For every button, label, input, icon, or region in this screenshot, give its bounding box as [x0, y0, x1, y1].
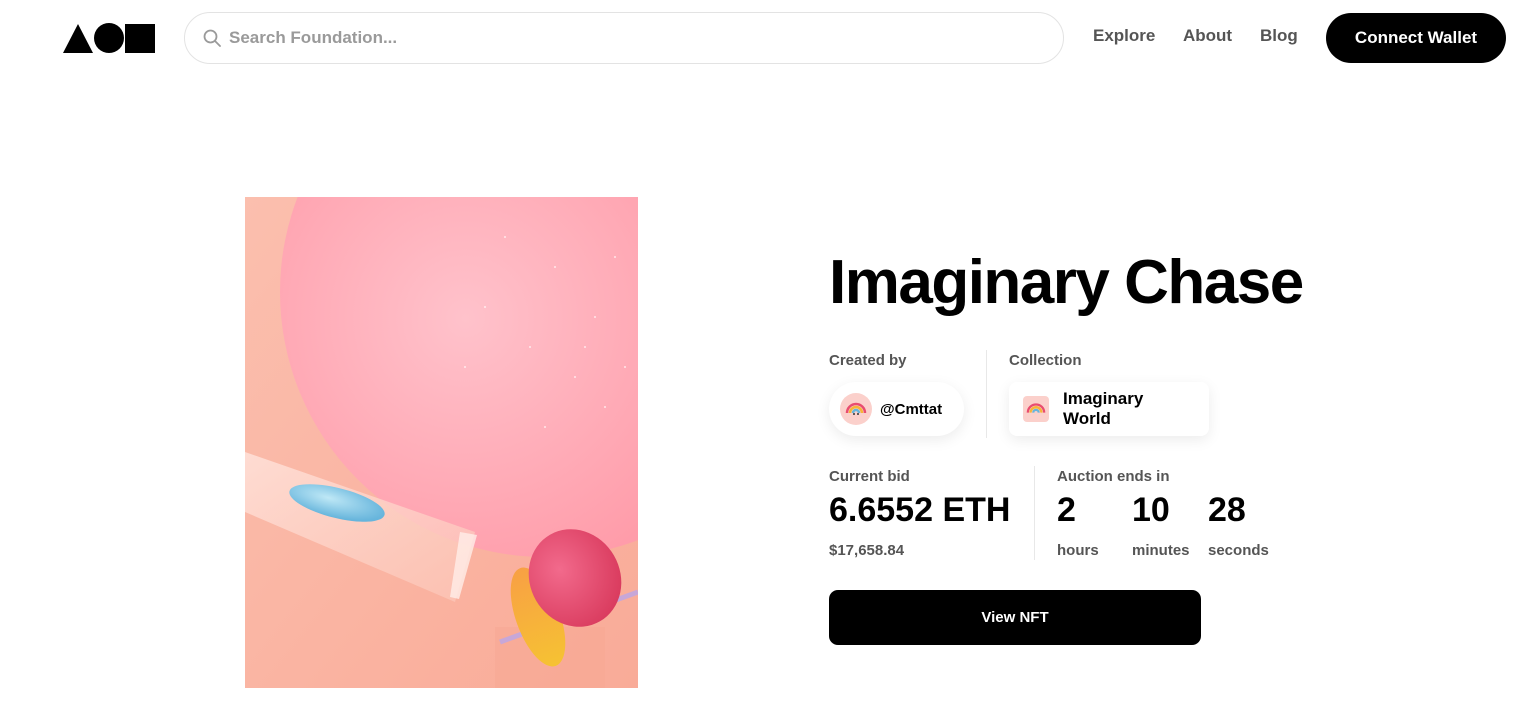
created-by-label: Created by	[829, 352, 907, 369]
nav-explore-link[interactable]: Explore	[1093, 26, 1155, 46]
divider	[1034, 466, 1035, 560]
rainbow-icon	[845, 402, 867, 415]
collection-thumbnail	[1023, 396, 1049, 422]
view-nft-button[interactable]: View NFT	[829, 590, 1201, 645]
auction-ends-label: Auction ends in	[1057, 468, 1170, 485]
creator-chip[interactable]: @Cmttat	[829, 382, 964, 436]
artwork-image	[245, 197, 638, 688]
countdown-hours: 2	[1057, 491, 1076, 529]
nft-title: Imaginary Chase	[829, 248, 1304, 317]
countdown-hours-label: hours	[1057, 542, 1099, 559]
countdown-minutes: 10	[1132, 491, 1170, 529]
logo-shapes-icon	[63, 23, 155, 53]
page: Explore About Blog Connect Wallet	[0, 0, 1536, 704]
collection-label: Collection	[1009, 352, 1082, 369]
connect-wallet-button[interactable]: Connect Wallet	[1326, 13, 1506, 63]
search-bar[interactable]	[184, 12, 1064, 64]
search-icon	[203, 29, 221, 47]
current-bid-value: 6.6552 ETH	[829, 491, 1011, 529]
current-bid-usd: $17,658.84	[829, 542, 905, 559]
nft-artwork[interactable]	[245, 197, 638, 688]
search-input[interactable]	[229, 28, 1029, 48]
creator-avatar	[840, 393, 872, 425]
collection-name: Imaginary World	[1063, 389, 1144, 428]
divider	[986, 350, 987, 438]
countdown-seconds-label: seconds	[1208, 542, 1269, 559]
countdown-seconds: 28	[1208, 491, 1246, 529]
countdown-minutes-label: minutes	[1132, 542, 1190, 559]
collection-chip[interactable]: Imaginary World	[1009, 382, 1209, 436]
rainbow-icon	[1026, 403, 1046, 413]
creator-handle: @Cmttat	[880, 400, 943, 418]
nav-blog-link[interactable]: Blog	[1260, 26, 1298, 46]
foundation-logo[interactable]	[63, 23, 155, 53]
current-bid-label: Current bid	[829, 468, 910, 485]
nav-about-link[interactable]: About	[1183, 26, 1232, 46]
